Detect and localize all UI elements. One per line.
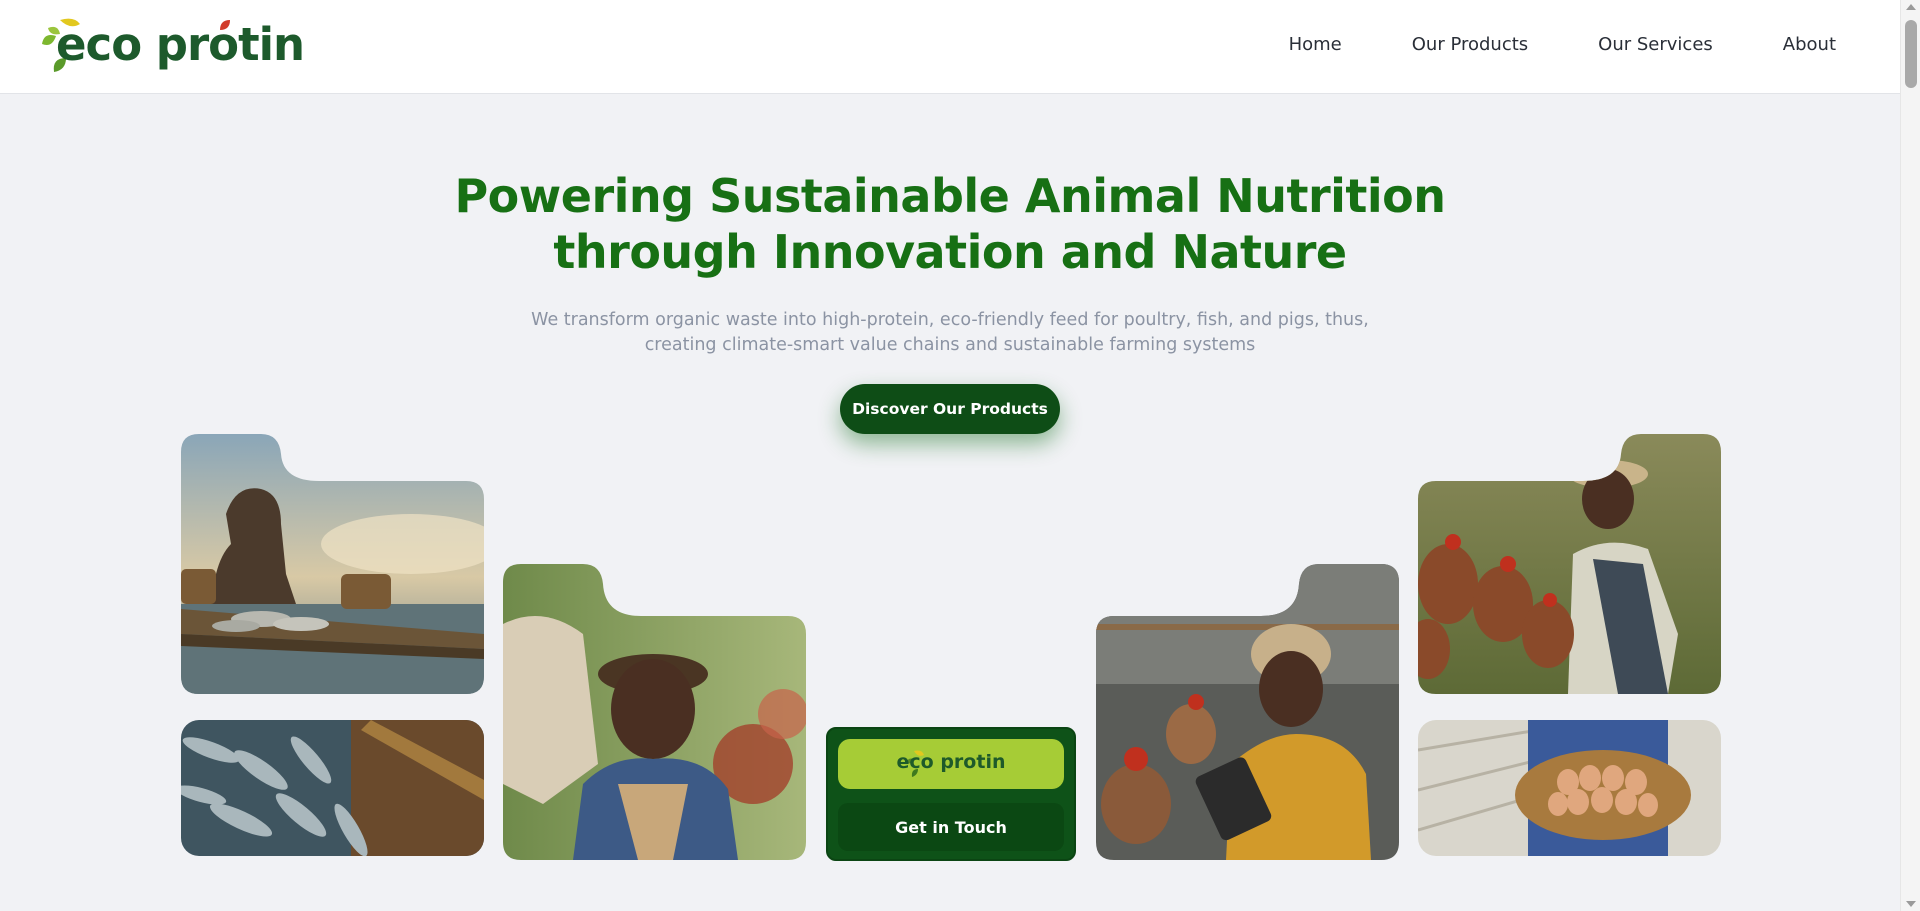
page-scrollbar[interactable] [1900,0,1920,911]
egg-basket-photo [1418,720,1721,856]
contact-card: eco protin Get in Touch [826,727,1076,861]
card-brand-logo[interactable]: eco protin [838,739,1064,789]
site-header: eco protin Home Our Products Our Service… [0,0,1900,94]
farmer-sack-photo [503,564,806,860]
nav-our-products[interactable]: Our Products [1412,34,1528,55]
red-leaf-icon [220,20,230,30]
scroll-thumb[interactable] [1905,20,1917,88]
hero-title-line-1: Powering Sustainable Animal Nutrition [454,169,1446,223]
scroll-down-arrow-icon[interactable] [1906,901,1916,907]
hero-title-line-2: through Innovation and Nature [553,225,1347,279]
brand-name: eco protin [56,18,305,71]
hero-subtitle: We transform organic waste into high-pro… [500,308,1400,358]
card-brand-name: eco protin [896,751,1006,773]
hero-subtitle-line-2: creating climate-smart value chains and … [644,335,1256,355]
nav-about[interactable]: About [1783,34,1836,55]
fisherman-raft-photo [181,434,484,694]
discover-products-button[interactable]: Discover Our Products [840,384,1060,434]
woman-tablet-chickens-photo [1096,564,1399,860]
nav-home[interactable]: Home [1289,34,1342,55]
hero-subtitle-line-1: We transform organic waste into high-pro… [531,310,1369,330]
scroll-up-arrow-icon[interactable] [1906,4,1916,10]
get-in-touch-button[interactable]: Get in Touch [838,803,1064,851]
nav-our-services[interactable]: Our Services [1598,34,1713,55]
woman-chickens-field-photo [1418,434,1721,694]
fish-catch-photo [181,720,484,856]
hero-title: Powering Sustainable Animal Nutrition th… [300,168,1600,280]
brand-logo[interactable]: eco protin [40,14,305,76]
main-nav: Home Our Products Our Services About [1289,34,1836,55]
